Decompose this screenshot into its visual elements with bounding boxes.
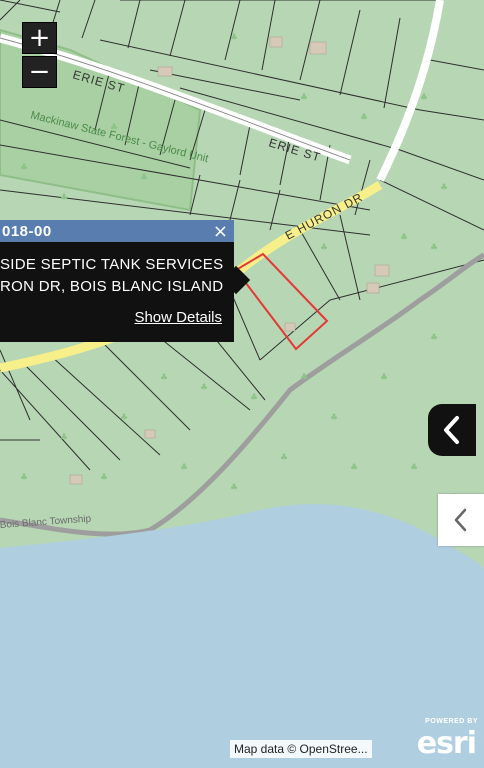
- popup-owner-text: SIDE SEPTIC TANK SERVICES: [0, 256, 224, 273]
- zoom-in-button[interactable]: +: [22, 22, 57, 54]
- svg-text:♣: ♣: [420, 93, 428, 103]
- esri-powered-text: POWERED BY: [425, 718, 478, 725]
- svg-text:♣: ♣: [430, 243, 438, 253]
- show-details-link[interactable]: Show Details: [134, 309, 222, 326]
- chevron-left-icon: [454, 508, 467, 532]
- collapse-panel-button[interactable]: [428, 404, 476, 456]
- svg-text:♣: ♣: [360, 113, 368, 123]
- svg-text:♣: ♣: [280, 453, 288, 463]
- svg-text:♣: ♣: [320, 243, 328, 253]
- svg-text:♣: ♣: [200, 383, 208, 393]
- svg-text:♣: ♣: [140, 173, 148, 183]
- svg-text:♣: ♣: [400, 233, 408, 243]
- zoom-out-button[interactable]: −: [22, 56, 57, 88]
- svg-text:♣: ♣: [230, 483, 238, 493]
- svg-text:♣: ♣: [120, 413, 128, 423]
- svg-text:♣: ♣: [430, 333, 438, 343]
- esri-wordmark: esri: [416, 726, 477, 761]
- svg-text:♣: ♣: [300, 93, 308, 103]
- svg-text:♣: ♣: [180, 463, 188, 473]
- esri-logo[interactable]: POWERED BY esri: [408, 718, 478, 761]
- svg-text:♣: ♣: [380, 373, 388, 383]
- popup-header: 018-00 ×: [0, 220, 234, 242]
- expand-panel-button[interactable]: [438, 494, 484, 546]
- svg-text:♣: ♣: [20, 473, 28, 483]
- svg-text:♣: ♣: [100, 473, 108, 483]
- map-attribution[interactable]: Map data © OpenStree...: [230, 740, 372, 758]
- svg-text:♣: ♣: [60, 193, 68, 203]
- close-icon[interactable]: ×: [213, 221, 228, 242]
- svg-text:♣: ♣: [330, 413, 338, 423]
- svg-text:♣: ♣: [300, 373, 308, 383]
- map-canvas[interactable]: ♣♣♣♣ ♣♣♣♣ ♣♣♣♣ ♣♣♣♣ ♣♣♣♣ ♣♣♣♣ ♣♣♣♣ ♣♣ ER…: [0, 0, 484, 768]
- popup-address-text: RON DR, BOIS BLANC ISLAND: [0, 278, 224, 295]
- svg-text:♣: ♣: [60, 433, 68, 443]
- svg-text:♣: ♣: [440, 183, 448, 193]
- chevron-left-icon: [444, 416, 459, 444]
- svg-text:♣: ♣: [350, 463, 358, 473]
- svg-text:♣: ♣: [410, 463, 418, 473]
- svg-text:♣: ♣: [250, 393, 258, 403]
- parcel-popup: 018-00 × SIDE SEPTIC TANK SERVICES RON D…: [0, 220, 234, 342]
- svg-text:♣: ♣: [230, 33, 238, 43]
- svg-text:♣: ♣: [20, 163, 28, 173]
- popup-title: 018-00: [2, 222, 52, 240]
- svg-text:♣: ♣: [160, 373, 168, 383]
